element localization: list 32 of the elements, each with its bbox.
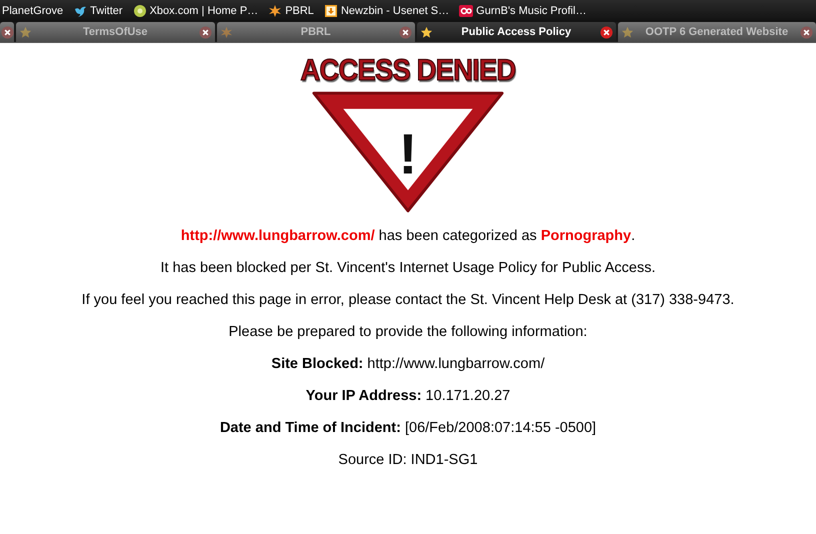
star-icon bbox=[19, 26, 32, 38]
info-line: Your IP Address: 10.171.20.27 bbox=[306, 387, 510, 405]
message-text: If you feel you reached this page in error, please contact the St. Vincent Help Desk at (317) 338-9473. bbox=[82, 291, 734, 309]
bookmark-link[interactable]: Xbox.com | Home P… bbox=[132, 4, 258, 18]
star-icon bbox=[420, 26, 433, 38]
bookmark-link[interactable]: Twitter bbox=[73, 4, 123, 18]
close-icon[interactable] bbox=[600, 26, 612, 38]
bookmark-link[interactable]: PBRL bbox=[268, 4, 314, 18]
bird-icon bbox=[73, 4, 88, 18]
url-link[interactable]: http://www.lungbarrow.com/ bbox=[180, 228, 375, 244]
tab[interactable]: Public Access Policy bbox=[417, 22, 616, 42]
bookmark-link[interactable]: GurnB's Music Profil… bbox=[459, 4, 586, 18]
splat-icon bbox=[268, 4, 282, 18]
close-icon[interactable] bbox=[800, 26, 813, 38]
splat-icon bbox=[220, 26, 232, 38]
close-icon[interactable] bbox=[399, 26, 412, 38]
info-line: Site Blocked: http://www.lungbarrow.com/ bbox=[271, 355, 545, 373]
close-icon[interactable] bbox=[198, 26, 212, 38]
info-line: Date and Time of Incident: [06/Feb/2008:07:14:55 -0500] bbox=[220, 419, 596, 437]
star-icon bbox=[620, 26, 634, 38]
warning-sign-icon: ! bbox=[310, 89, 506, 215]
message-text: Source ID: IND1-SG1 bbox=[338, 451, 478, 469]
bookmark-link[interactable]: Newzbin - Usenet S… bbox=[324, 4, 450, 18]
heading: ACCESS DENIED bbox=[300, 55, 516, 87]
close-icon[interactable] bbox=[1, 26, 14, 38]
message-text: Please be prepared to provide the following information: bbox=[228, 323, 588, 341]
disc-icon bbox=[132, 4, 147, 18]
download-icon bbox=[324, 4, 338, 18]
bookmark-link[interactable]: PlanetGrove bbox=[2, 5, 64, 17]
message-text: It has been blocked per St. Vincent's Internet Usage Policy for Public Access. bbox=[160, 259, 656, 277]
category-sentence: http://www.lungbarrow.com/ has been categorized as Pornography. bbox=[180, 227, 636, 245]
music-icon bbox=[459, 4, 474, 18]
